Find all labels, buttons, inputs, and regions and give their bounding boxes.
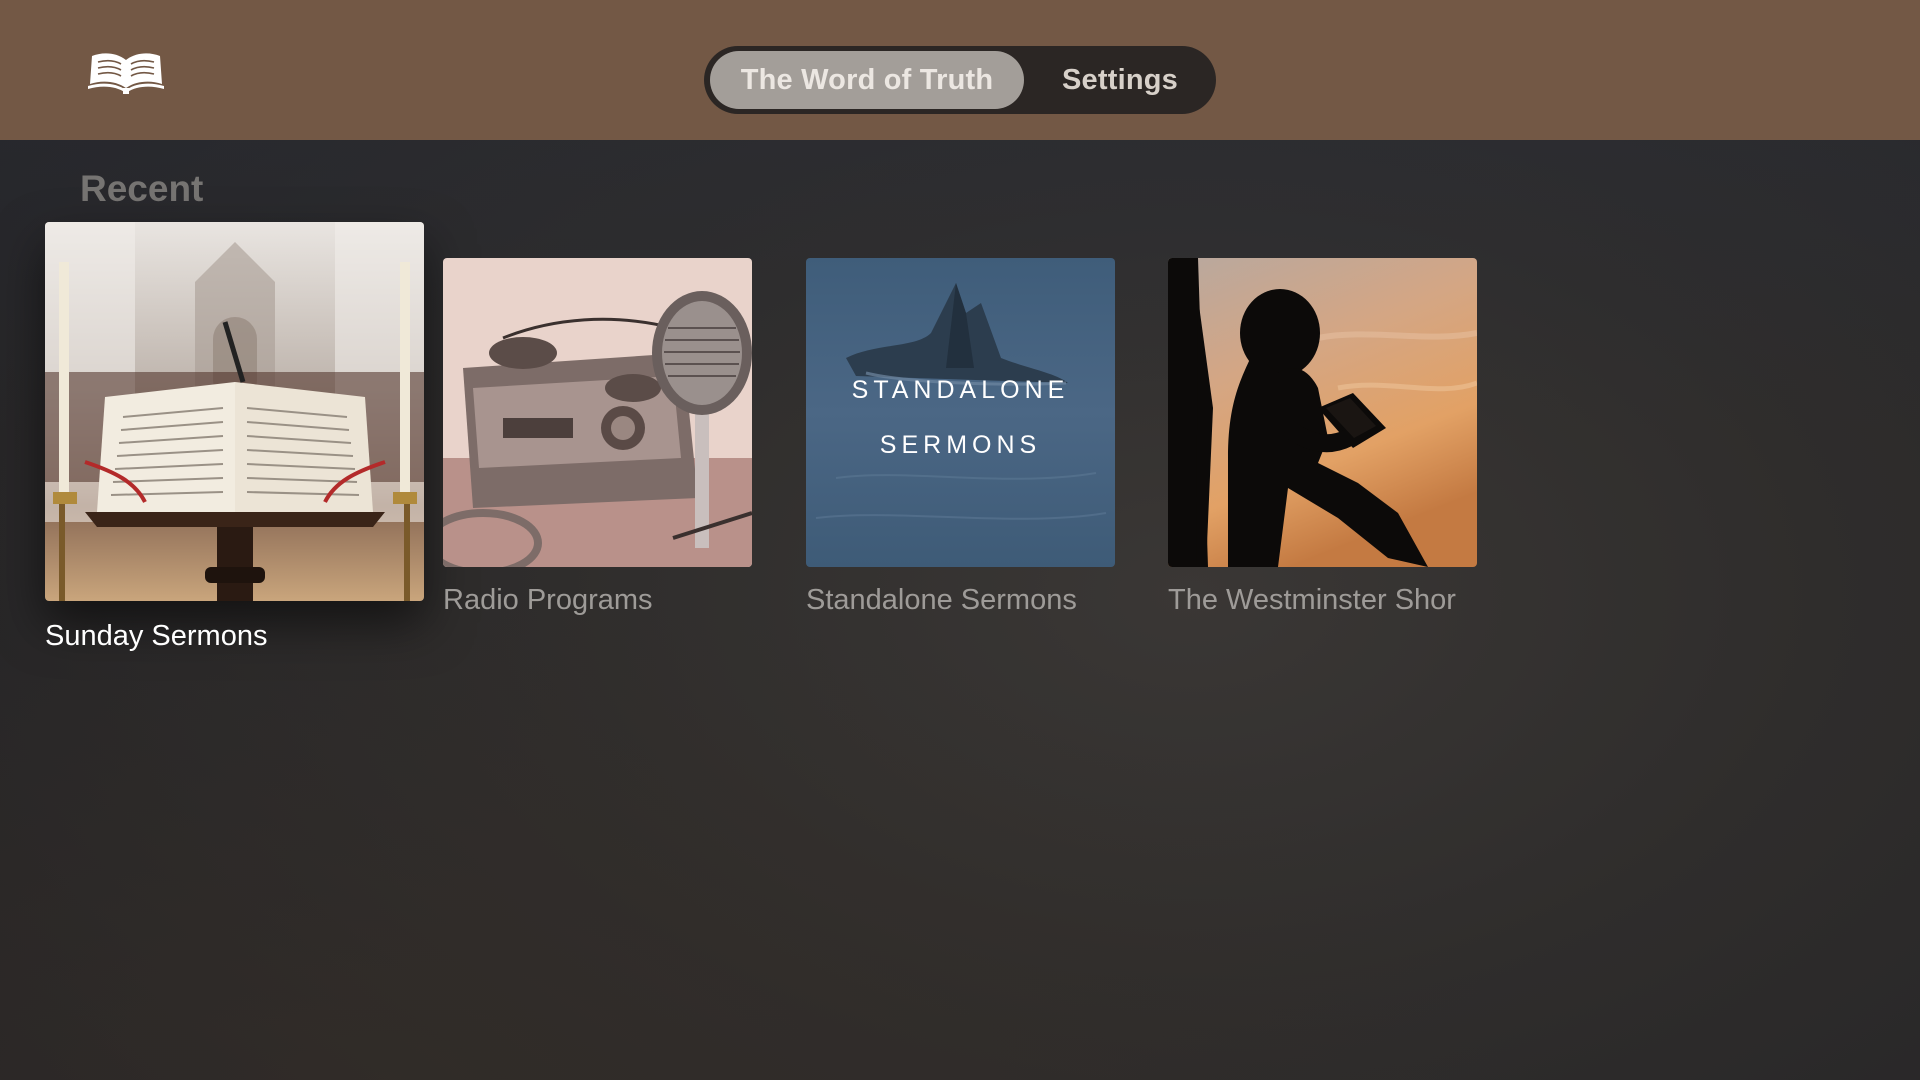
card-title-radio-programs: Radio Programs [443, 584, 653, 616]
card-the-westminster-shorter[interactable]: The Westminster Shor [1168, 258, 1477, 628]
artwork-title-line-1: STANDALONE [852, 376, 1070, 404]
card-title-the-westminster-shorter: The Westminster Shor [1168, 584, 1456, 616]
tab-settings[interactable]: Settings [1034, 51, 1206, 109]
tab-bar: The Word of Truth Settings [704, 46, 1216, 114]
artwork-title-line-2: SERMONS [880, 431, 1041, 459]
card-title-sunday-sermons: Sunday Sermons [45, 620, 268, 652]
radio-programs-artwork [443, 258, 752, 567]
card-standalone-sermons[interactable]: STANDALONE SERMONS Standalone Sermons [806, 258, 1115, 628]
sunday-sermons-artwork [45, 222, 424, 601]
westminster-artwork [1168, 258, 1477, 567]
top-bar: The Word of Truth Settings [0, 0, 1920, 140]
standalone-sermons-artwork: STANDALONE SERMONS [806, 258, 1115, 567]
card-title-standalone-sermons: Standalone Sermons [806, 584, 1077, 616]
card-sunday-sermons[interactable]: Sunday Sermons [45, 222, 425, 662]
tab-the-word-of-truth[interactable]: The Word of Truth [710, 51, 1024, 109]
card-radio-programs[interactable]: Radio Programs [443, 258, 752, 628]
open-book-icon [88, 50, 164, 94]
section-title-recent: Recent [80, 168, 204, 209]
